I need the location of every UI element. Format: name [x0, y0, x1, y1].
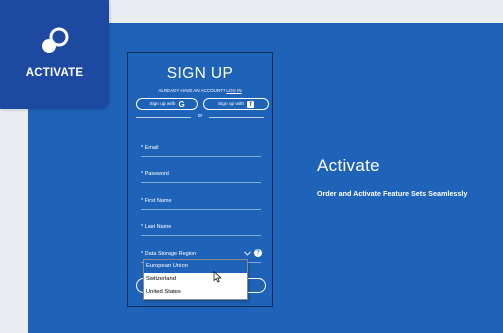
help-icon[interactable]: ?: [254, 249, 262, 257]
email-field[interactable]: * Email: [141, 143, 261, 157]
email-underline: [141, 156, 261, 157]
region-label: * Data Storage Region: [141, 251, 197, 257]
password-underline: [141, 182, 261, 183]
google-signup-label: Sign up with: [149, 101, 176, 107]
dropdown-option-european-union[interactable]: European Union: [144, 260, 247, 273]
brand-tile[interactable]: ACTIVATE: [0, 0, 109, 109]
first-name-underline: [141, 209, 261, 210]
hero-title: Activate: [317, 156, 380, 175]
facebook-signup-label: Sign up with: [217, 101, 245, 107]
google-signup-button[interactable]: Sign up with G: [136, 98, 198, 110]
signup-title: SIGN UP: [166, 65, 234, 82]
or-text: or: [197, 113, 203, 119]
dropdown-option-united-states[interactable]: United States: [144, 286, 247, 299]
divider-line-right: [209, 117, 264, 118]
first-name-label: * First Name: [141, 198, 172, 204]
facebook-icon: f: [247, 100, 255, 108]
hero-subtitle: Order and Activate Feature Sets Seamless…: [317, 189, 468, 198]
first-name-field[interactable]: * First Name: [141, 196, 261, 210]
login-link[interactable]: LOG IN: [226, 88, 241, 93]
last-name-label: * Last Name: [141, 224, 172, 230]
have-account-text: ALREADY HAVE AN ACCOUNT?LOG IN: [128, 88, 272, 93]
facebook-signup-button[interactable]: Sign up with f: [203, 98, 269, 110]
mouse-cursor-icon: [213, 271, 222, 283]
last-name-field[interactable]: * Last Name: [141, 222, 261, 236]
last-name-underline: [141, 235, 261, 236]
brand-label: ACTIVATE: [25, 67, 84, 79]
password-field[interactable]: * Password: [141, 169, 261, 183]
chevron-down-icon: [244, 251, 251, 256]
email-label: * Email: [141, 145, 159, 151]
have-account-label: ALREADY HAVE AN ACCOUNT?: [158, 88, 226, 93]
region-dropdown-list[interactable]: European Union Switzerland United States: [143, 259, 248, 300]
or-divider: or: [136, 113, 264, 121]
password-label: * Password: [141, 171, 169, 177]
link-toggle-icon: [42, 27, 69, 53]
dropdown-option-switzerland[interactable]: Switzerland: [144, 273, 247, 286]
google-icon: G: [178, 99, 185, 109]
